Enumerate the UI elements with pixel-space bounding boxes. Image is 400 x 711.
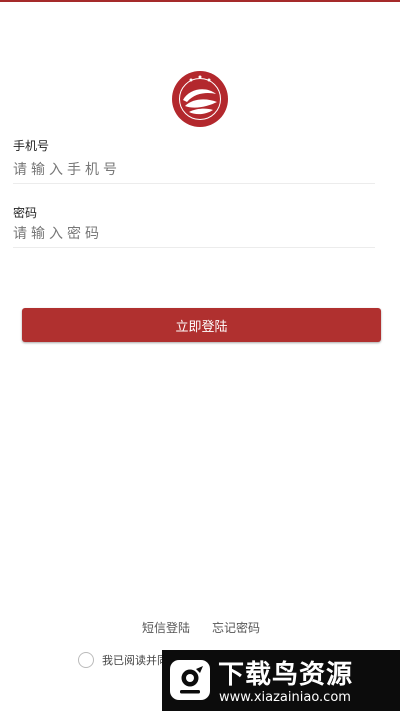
watermark-overlay: 下载鸟资源 www.xiazainiao.com bbox=[162, 650, 400, 711]
bird-logo-icon bbox=[170, 660, 210, 700]
watermark-title: 下载鸟资源 bbox=[218, 660, 354, 690]
watermark-url: www.xiazainiao.com bbox=[219, 690, 351, 705]
login-button[interactable]: 立即登陆 bbox=[22, 308, 381, 342]
agreement-text: 我已阅读并同 bbox=[102, 654, 168, 667]
top-accent-bar bbox=[0, 0, 400, 2]
forgot-password-link[interactable]: 忘记密码 bbox=[212, 619, 260, 636]
phone-label: 手机号 bbox=[13, 139, 50, 153]
agreement-row: 我已阅读并同 bbox=[78, 650, 168, 670]
phone-input[interactable] bbox=[13, 157, 375, 184]
password-input[interactable] bbox=[13, 221, 375, 248]
agreement-radio[interactable] bbox=[78, 652, 94, 668]
sms-login-link[interactable]: 短信登陆 bbox=[142, 619, 190, 636]
password-label: 密码 bbox=[13, 206, 38, 220]
school-emblem-icon bbox=[172, 71, 228, 127]
